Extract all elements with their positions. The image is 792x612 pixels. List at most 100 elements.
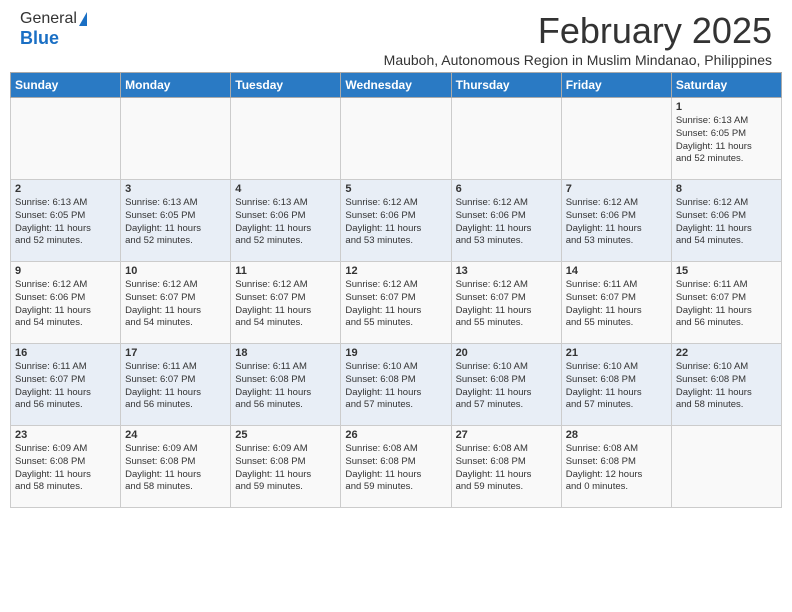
day-number: 10: [125, 265, 226, 277]
day-cell: 23 Sunrise: 6:09 AM Sunset: 6:08 PM Dayli…: [11, 426, 121, 508]
day-number: 2: [15, 183, 116, 195]
logo-blue: Blue: [20, 28, 59, 49]
day-cell: [231, 98, 341, 180]
day-number: 14: [566, 265, 667, 277]
day-number: 15: [676, 265, 777, 277]
day-cell: 20 Sunrise: 6:10 AM Sunset: 6:08 PM Dayli…: [451, 344, 561, 426]
day-number: 25: [235, 429, 336, 441]
day-number: 28: [566, 429, 667, 441]
day-cell: 16 Sunrise: 6:11 AM Sunset: 6:07 PM Dayli…: [11, 344, 121, 426]
day-number: 27: [456, 429, 557, 441]
day-info: Sunrise: 6:11 AM Sunset: 6:07 PM Dayligh…: [566, 279, 667, 330]
week-row-4: 16 Sunrise: 6:11 AM Sunset: 6:07 PM Dayli…: [11, 344, 782, 426]
calendar-header-row: SundayMondayTuesdayWednesdayThursdayFrid…: [11, 73, 782, 98]
day-cell: 5 Sunrise: 6:12 AM Sunset: 6:06 PM Daylig…: [341, 180, 451, 262]
day-number: 20: [456, 347, 557, 359]
day-cell: 28 Sunrise: 6:08 AM Sunset: 6:08 PM Dayli…: [561, 426, 671, 508]
main-title: February 2025: [384, 10, 772, 52]
day-cell: [341, 98, 451, 180]
title-section: February 2025 Mauboh, Autonomous Region …: [384, 10, 772, 68]
day-cell: [451, 98, 561, 180]
day-cell: 15 Sunrise: 6:11 AM Sunset: 6:07 PM Dayli…: [671, 262, 781, 344]
day-info: Sunrise: 6:09 AM Sunset: 6:08 PM Dayligh…: [125, 443, 226, 494]
day-cell: 11 Sunrise: 6:12 AM Sunset: 6:07 PM Dayli…: [231, 262, 341, 344]
day-info: Sunrise: 6:11 AM Sunset: 6:07 PM Dayligh…: [15, 361, 116, 412]
day-cell: 13 Sunrise: 6:12 AM Sunset: 6:07 PM Dayli…: [451, 262, 561, 344]
day-cell: 3 Sunrise: 6:13 AM Sunset: 6:05 PM Daylig…: [121, 180, 231, 262]
day-number: 19: [345, 347, 446, 359]
day-info: Sunrise: 6:09 AM Sunset: 6:08 PM Dayligh…: [235, 443, 336, 494]
day-number: 23: [15, 429, 116, 441]
day-number: 11: [235, 265, 336, 277]
day-cell: 10 Sunrise: 6:12 AM Sunset: 6:07 PM Dayli…: [121, 262, 231, 344]
day-cell: 6Sunrise: 6:12 AM Sunset: 6:06 PM Daylig…: [451, 180, 561, 262]
day-number: 4: [235, 183, 336, 195]
day-number: 18: [235, 347, 336, 359]
day-info: Sunrise: 6:12 AM Sunset: 6:06 PM Dayligh…: [345, 197, 446, 248]
day-cell: 17 Sunrise: 6:11 AM Sunset: 6:07 PM Dayli…: [121, 344, 231, 426]
day-info: Sunrise: 6:11 AM Sunset: 6:07 PM Dayligh…: [676, 279, 777, 330]
day-cell: 4 Sunrise: 6:13 AM Sunset: 6:06 PM Daylig…: [231, 180, 341, 262]
day-header-monday: Monday: [121, 73, 231, 98]
day-number: 3: [125, 183, 226, 195]
day-cell: 27 Sunrise: 6:08 AM Sunset: 6:08 PM Dayli…: [451, 426, 561, 508]
calendar-body: 1Sunrise: 6:13 AM Sunset: 6:05 PM Daylig…: [11, 98, 782, 508]
day-number: 7: [566, 183, 667, 195]
day-header-friday: Friday: [561, 73, 671, 98]
day-info: Sunrise: 6:08 AM Sunset: 6:08 PM Dayligh…: [456, 443, 557, 494]
day-info: Sunrise: 6:12 AM Sunset: 6:06 PM Dayligh…: [566, 197, 667, 248]
logo-triangle-icon: [79, 12, 87, 26]
day-info: Sunrise: 6:10 AM Sunset: 6:08 PM Dayligh…: [566, 361, 667, 412]
day-cell: [11, 98, 121, 180]
day-info: Sunrise: 6:08 AM Sunset: 6:08 PM Dayligh…: [566, 443, 667, 494]
day-header-saturday: Saturday: [671, 73, 781, 98]
day-number: 21: [566, 347, 667, 359]
day-number: 13: [456, 265, 557, 277]
day-header-tuesday: Tuesday: [231, 73, 341, 98]
day-info: Sunrise: 6:13 AM Sunset: 6:05 PM Dayligh…: [125, 197, 226, 248]
day-info: Sunrise: 6:12 AM Sunset: 6:06 PM Dayligh…: [676, 197, 777, 248]
day-info: Sunrise: 6:10 AM Sunset: 6:08 PM Dayligh…: [345, 361, 446, 412]
day-info: Sunrise: 6:11 AM Sunset: 6:07 PM Dayligh…: [125, 361, 226, 412]
week-row-1: 1Sunrise: 6:13 AM Sunset: 6:05 PM Daylig…: [11, 98, 782, 180]
day-cell: 26 Sunrise: 6:08 AM Sunset: 6:08 PM Dayli…: [341, 426, 451, 508]
day-info: Sunrise: 6:13 AM Sunset: 6:05 PM Dayligh…: [676, 115, 777, 166]
day-info: Sunrise: 6:13 AM Sunset: 6:06 PM Dayligh…: [235, 197, 336, 248]
day-cell: 1Sunrise: 6:13 AM Sunset: 6:05 PM Daylig…: [671, 98, 781, 180]
day-number: 8: [676, 183, 777, 195]
day-number: 16: [15, 347, 116, 359]
week-row-2: 2 Sunrise: 6:13 AM Sunset: 6:05 PM Daylig…: [11, 180, 782, 262]
day-cell: [561, 98, 671, 180]
calendar-table: SundayMondayTuesdayWednesdayThursdayFrid…: [10, 72, 782, 508]
day-number: 26: [345, 429, 446, 441]
logo: General Blue: [20, 10, 87, 49]
week-row-3: 9Sunrise: 6:12 AM Sunset: 6:06 PM Daylig…: [11, 262, 782, 344]
day-header-sunday: Sunday: [11, 73, 121, 98]
day-cell: 9Sunrise: 6:12 AM Sunset: 6:06 PM Daylig…: [11, 262, 121, 344]
day-cell: 14 Sunrise: 6:11 AM Sunset: 6:07 PM Dayli…: [561, 262, 671, 344]
day-cell: 18Sunrise: 6:11 AM Sunset: 6:08 PM Dayli…: [231, 344, 341, 426]
day-info: Sunrise: 6:12 AM Sunset: 6:07 PM Dayligh…: [345, 279, 446, 330]
day-info: Sunrise: 6:09 AM Sunset: 6:08 PM Dayligh…: [15, 443, 116, 494]
day-number: 12: [345, 265, 446, 277]
page-header: General Blue February 2025 Mauboh, Auton…: [0, 0, 792, 72]
day-info: Sunrise: 6:12 AM Sunset: 6:07 PM Dayligh…: [235, 279, 336, 330]
day-info: Sunrise: 6:10 AM Sunset: 6:08 PM Dayligh…: [456, 361, 557, 412]
day-number: 24: [125, 429, 226, 441]
day-info: Sunrise: 6:08 AM Sunset: 6:08 PM Dayligh…: [345, 443, 446, 494]
day-info: Sunrise: 6:12 AM Sunset: 6:07 PM Dayligh…: [125, 279, 226, 330]
day-cell: 22Sunrise: 6:10 AM Sunset: 6:08 PM Dayli…: [671, 344, 781, 426]
day-cell: 8 Sunrise: 6:12 AM Sunset: 6:06 PM Daylig…: [671, 180, 781, 262]
day-number: 17: [125, 347, 226, 359]
day-cell: 12 Sunrise: 6:12 AM Sunset: 6:07 PM Dayli…: [341, 262, 451, 344]
day-number: 9: [15, 265, 116, 277]
day-header-thursday: Thursday: [451, 73, 561, 98]
day-number: 6: [456, 183, 557, 195]
day-number: 5: [345, 183, 446, 195]
subtitle: Mauboh, Autonomous Region in Muslim Mind…: [384, 52, 772, 68]
day-cell: 25 Sunrise: 6:09 AM Sunset: 6:08 PM Dayli…: [231, 426, 341, 508]
day-cell: 24 Sunrise: 6:09 AM Sunset: 6:08 PM Dayli…: [121, 426, 231, 508]
day-info: Sunrise: 6:12 AM Sunset: 6:07 PM Dayligh…: [456, 279, 557, 330]
logo-general: General: [20, 10, 77, 28]
week-row-5: 23 Sunrise: 6:09 AM Sunset: 6:08 PM Dayli…: [11, 426, 782, 508]
